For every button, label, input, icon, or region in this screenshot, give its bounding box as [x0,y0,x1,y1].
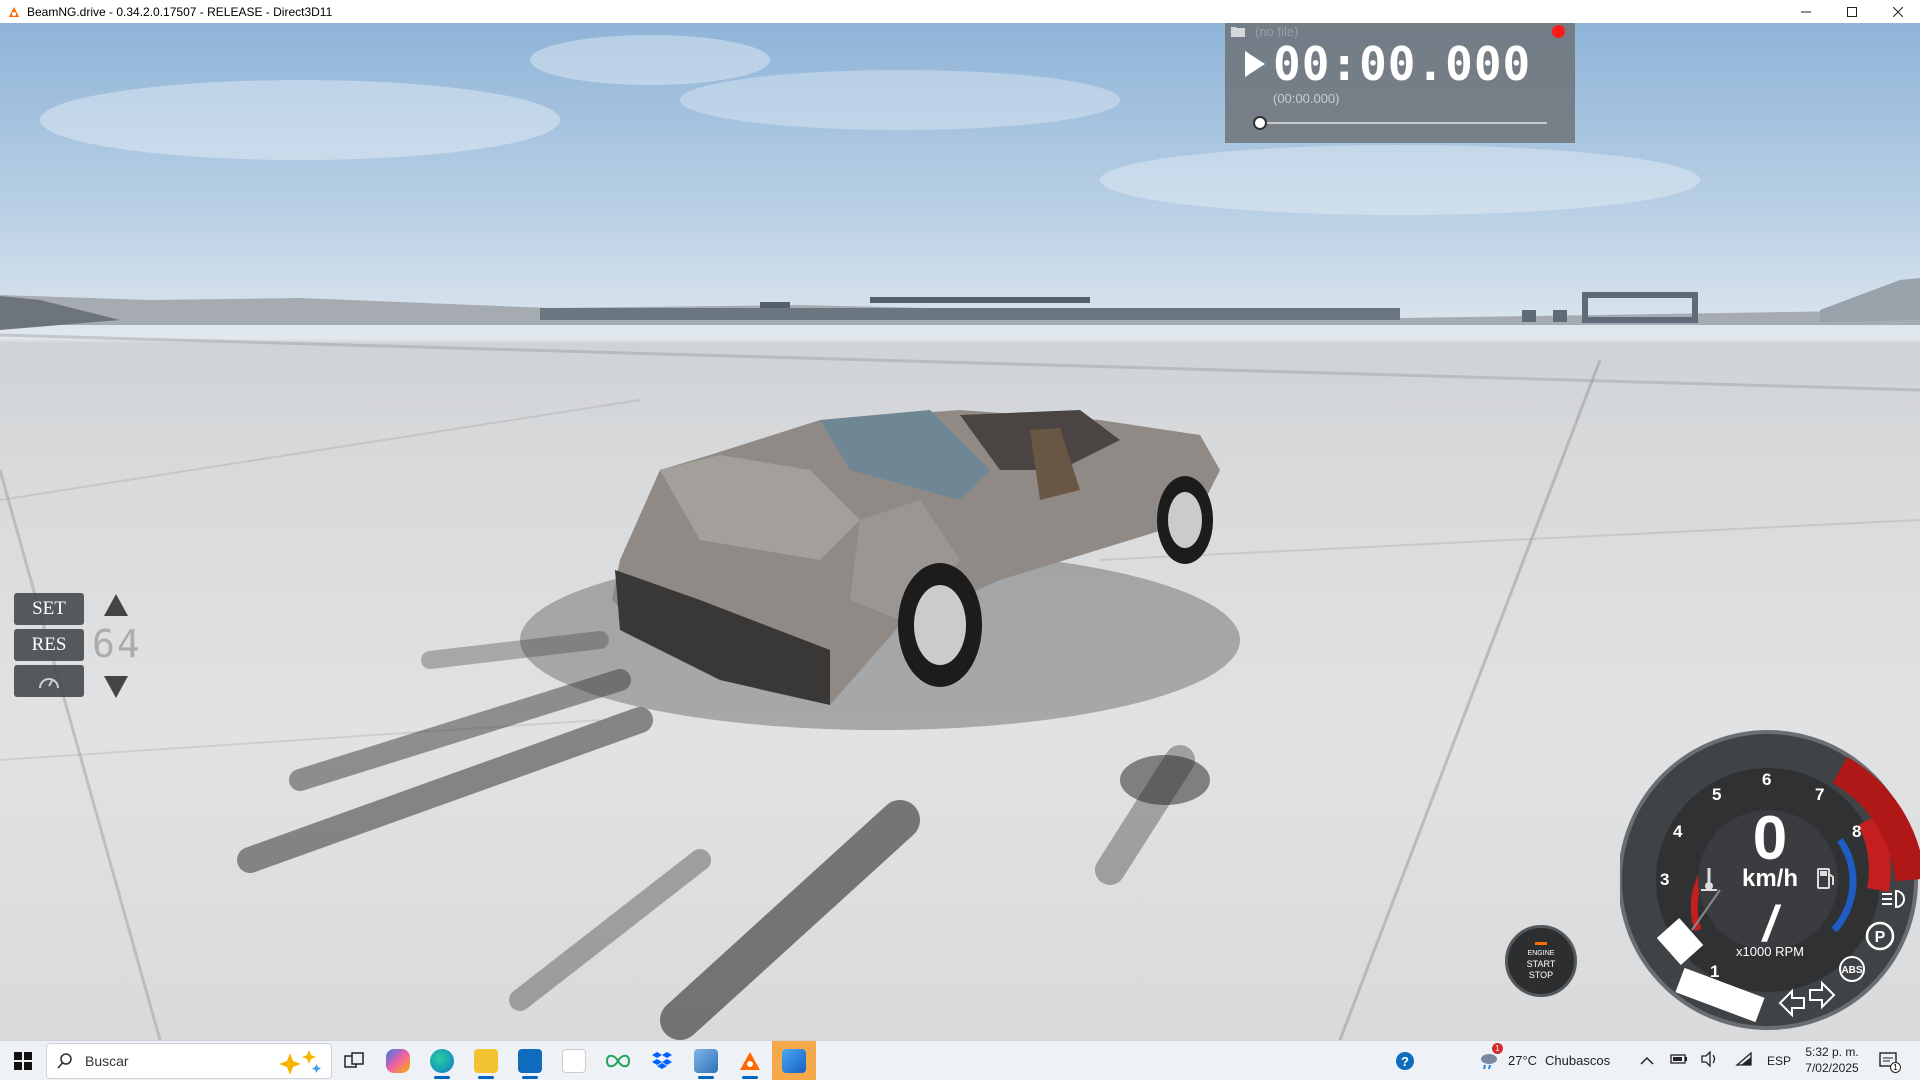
amazon-icon [562,1048,586,1073]
document-app-icon [694,1048,718,1073]
chevron-up-icon [1640,1056,1654,1065]
cruise-target-speed: 64 [92,622,142,666]
rpm-label: x1000 RPM [1736,944,1804,959]
replay-total-time: (00:00.000) [1273,91,1340,106]
clock[interactable]: 5:32 p. m. 7/02/2025 [1800,1045,1864,1075]
copilot-sparkle-icon [279,1049,321,1075]
beamng-logo-icon [9,6,19,17]
play-button[interactable] [1245,51,1265,77]
maximize-button[interactable] [1829,0,1875,23]
dropbox-icon [652,1051,672,1069]
window-title: BeamNG.drive - 0.34.2.0.17507 - RELEASE … [27,4,333,19]
maximize-icon [1847,6,1857,17]
cruise-set-button[interactable]: SET [14,593,84,625]
engine-status-bar [1535,941,1547,945]
close-icon [1893,6,1903,17]
start-button[interactable] [0,1041,46,1080]
minimize-icon [1801,11,1811,12]
keyboard-language[interactable]: ESP [1767,1054,1791,1068]
taskbar-copilot[interactable] [376,1041,420,1080]
weather-temperature: 27°C [1508,1052,1538,1068]
rpm-tick-2: 2 [1673,922,1683,941]
window-titlebar: BeamNG.drive - 0.34.2.0.17507 - RELEASE … [0,0,1920,23]
show-hidden-icons-button[interactable] [1640,1053,1654,1071]
weather-alert-badge: 1 [1492,1043,1503,1054]
fuel-icon [1817,868,1834,889]
notification-count-badge: 1 [1890,1062,1901,1073]
parking-brake-icon[interactable]: P [1862,918,1898,954]
rpm-tick-6: 6 [1762,770,1772,789]
rpm-tick-5: 5 [1712,785,1722,804]
minimize-button[interactable] [1783,0,1829,23]
taskbar-beamng[interactable] [728,1041,772,1080]
headlight-icon[interactable] [1880,888,1908,910]
outlook-icon [518,1048,542,1073]
svg-text:ABS: ABS [1841,965,1862,976]
windows-taskbar: Buscar ? 1 27°C Chubascos ESP 5:32 p. m.… [0,1040,1920,1080]
help-button[interactable]: ? [1395,1051,1415,1076]
taskbar-dropbox[interactable] [640,1041,684,1080]
engine-start-stop-button[interactable]: ENGINE START STOP [1505,925,1577,997]
taskbar-infinity-app[interactable] [596,1041,640,1080]
cruise-speedometer-button[interactable] [14,665,84,697]
replay-seek-handle[interactable] [1253,116,1267,130]
wifi-icon[interactable] [1735,1051,1753,1072]
notification-center-button[interactable]: 1 [1878,1050,1901,1077]
cruise-decrease-icon[interactable] [104,676,128,698]
weather-description: Chubascos [1545,1052,1611,1068]
replay-panel: (no file) 00:00.000 (00:00.000) [1225,23,1575,143]
rpm-tick-7: 7 [1815,785,1825,804]
folder-icon [474,1048,498,1073]
beamng-icon [740,1051,760,1070]
taskbar-app-blue[interactable] [684,1041,728,1080]
windows-logo-icon [14,1051,32,1070]
close-button[interactable] [1875,0,1920,23]
rpm-tick-4: 4 [1673,822,1683,841]
edge-icon [430,1048,454,1073]
replay-time: 00:00.000 [1273,37,1532,91]
rpm-tick-3: 3 [1660,870,1670,889]
battery-icon[interactable] [1670,1052,1688,1071]
coolant-temp-icon [1701,868,1717,891]
record-button[interactable] [1552,25,1565,38]
search-placeholder: Buscar [85,1052,129,1069]
rpm-tick-1: 1 [1710,962,1720,981]
taskbar-search-input[interactable]: Buscar [46,1042,332,1079]
speed-readout: 0 [1752,804,1788,873]
copilot-icon [386,1048,410,1073]
clock-date: 7/02/2025 [1805,1061,1859,1075]
turn-left-icon [1778,988,1805,1018]
replay-seek-track[interactable] [1259,122,1547,124]
taskbar-outlook[interactable] [508,1041,552,1080]
svg-text:P: P [1875,929,1886,946]
clock-time: 5:32 p. m. [1805,1045,1859,1059]
help-icon: ? [1396,1052,1414,1070]
taskbar-photos-active[interactable] [772,1040,816,1080]
engine-label-1: ENGINE [1527,949,1555,957]
weather-widget[interactable]: 1 27°C Chubascos [1478,1043,1611,1071]
taskbar-amazon[interactable] [552,1041,596,1080]
search-icon [57,1052,72,1069]
infinity-icon [605,1054,631,1067]
task-view-icon [344,1051,364,1068]
abs-icon: ABS [1839,956,1865,982]
speedometer-icon [39,678,59,689]
cruise-increase-icon[interactable] [104,594,128,616]
photos-icon [782,1048,806,1073]
taskbar-file-explorer[interactable] [464,1041,508,1080]
task-view-button[interactable] [332,1041,376,1080]
turn-right-icon [1809,980,1836,1010]
rpm-tick-8: 8 [1852,822,1862,841]
engine-label-3: STOP [1528,969,1554,980]
engine-label-2: START [1526,958,1556,969]
volume-icon[interactable] [1700,1050,1718,1072]
cruise-resume-button[interactable]: RES [14,629,84,661]
svg-text:?: ? [1401,1054,1409,1069]
folder-icon[interactable] [1231,25,1245,37]
taskbar-edge[interactable] [420,1041,464,1080]
